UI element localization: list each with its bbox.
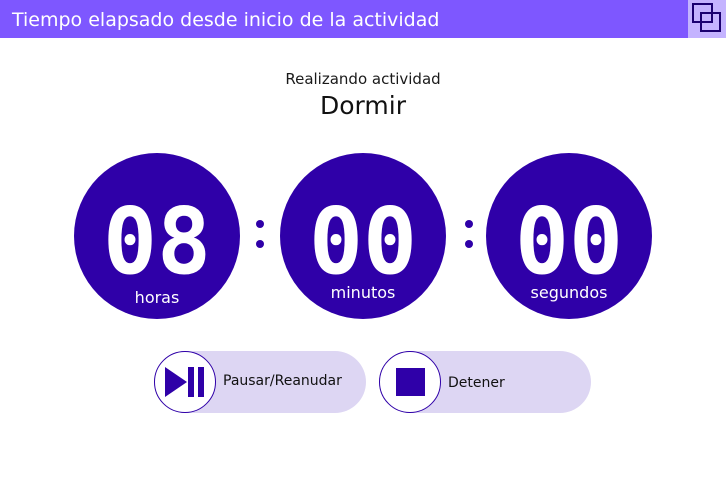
seconds-display: 00 segundos [486, 153, 652, 319]
separator-dot [256, 240, 264, 248]
minutes-value: 00 [309, 188, 417, 295]
stop-label: Detener [448, 375, 505, 391]
pause-resume-label: Pausar/Reanudar [223, 373, 342, 389]
hours-value: 08 [103, 188, 211, 295]
seconds-label: segundos [530, 283, 608, 302]
seconds-value: 00 [515, 188, 623, 295]
pause-resume-button[interactable]: Pausar/Reanudar [154, 351, 366, 413]
separator-dot [465, 240, 473, 248]
title-bar: Tiempo elapsado desde inicio de la activ… [0, 0, 726, 38]
activity-caption: Realizando actividad [285, 70, 441, 88]
pause-resume-icon-circle [154, 351, 216, 413]
colon-separator [255, 220, 265, 250]
restore-window-icon [692, 3, 721, 32]
minutes-label: minutos [330, 283, 396, 302]
play-pause-icon [165, 367, 204, 397]
hours-label: horas [134, 288, 180, 307]
restore-window-button[interactable] [688, 0, 726, 38]
window-title: Tiempo elapsado desde inicio de la activ… [12, 9, 440, 31]
separator-dot [465, 220, 473, 228]
hours-display: 08 horas [74, 153, 240, 319]
stop-icon-circle [379, 351, 441, 413]
minutes-display: 00 minutos [280, 153, 446, 319]
activity-name: Dormir [320, 91, 406, 120]
stop-icon [396, 368, 425, 396]
colon-separator [464, 220, 474, 250]
separator-dot [256, 220, 264, 228]
stop-button[interactable]: Detener [379, 351, 591, 413]
